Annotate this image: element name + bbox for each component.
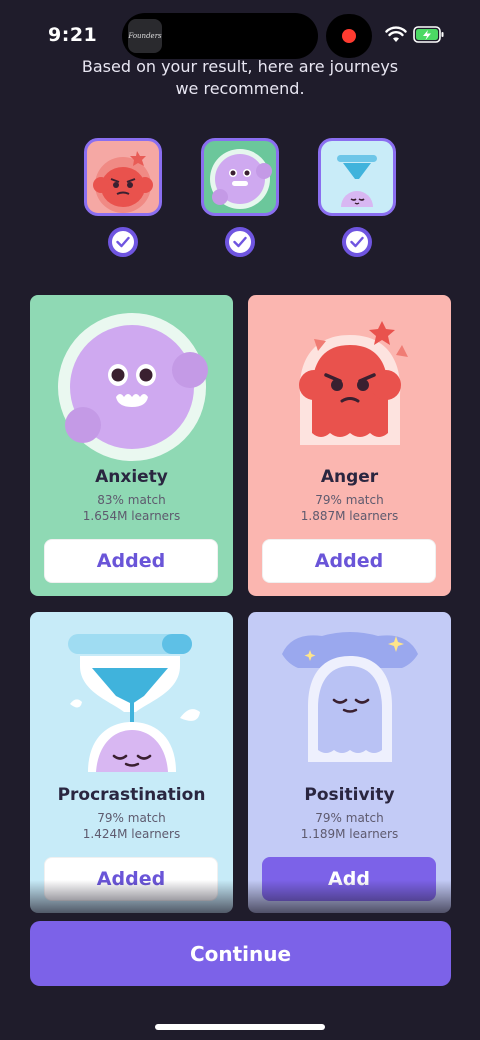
record-dot-icon xyxy=(342,29,356,43)
journey-card-anxiety[interactable]: Anxiety 83% match 1.654M learners Added xyxy=(30,295,233,596)
recommended-anger-check[interactable] xyxy=(108,227,138,257)
card-title: Positivity xyxy=(304,785,395,805)
card-learners: 1.654M learners xyxy=(82,509,181,523)
card-learners: 1.887M learners xyxy=(300,509,399,523)
wifi-icon xyxy=(385,26,407,42)
recommended-anxiety-thumbnail[interactable] xyxy=(201,138,279,216)
battery-charging-icon xyxy=(413,26,444,43)
recommended-procrastination-check[interactable] xyxy=(342,227,372,257)
checkmark-icon xyxy=(350,236,364,248)
recommendation-subtitle: Based on your result, here are journeys … xyxy=(60,56,420,100)
journey-card-positivity[interactable]: Positivity 79% match 1.189M learners Add xyxy=(248,612,451,913)
now-playing-thumbnail: Founders xyxy=(128,19,162,53)
recommended-procrastination-thumbnail[interactable] xyxy=(318,138,396,216)
checkmark-icon xyxy=(116,236,130,248)
card-learners: 1.424M learners xyxy=(82,827,181,841)
card-title: Anger xyxy=(320,467,379,487)
procrastination-hourglass-icon xyxy=(68,634,200,772)
scroll-fade-overlay xyxy=(0,880,480,920)
card-title: Anxiety xyxy=(95,467,168,487)
status-time: 9:21 xyxy=(48,24,98,46)
anger-character-icon xyxy=(299,321,408,445)
recommended-anger-thumbnail[interactable] xyxy=(84,138,162,216)
journey-card-procrastination[interactable]: Procrastination 79% match 1.424M learner… xyxy=(30,612,233,913)
procrastination-hourglass-icon xyxy=(337,155,377,207)
positivity-ghost-icon xyxy=(282,632,418,762)
added-button[interactable]: Added xyxy=(262,539,436,583)
card-match: 79% match xyxy=(97,811,166,825)
subtitle-line-1: Based on your result, here are journeys xyxy=(81,57,399,76)
screen-recording-indicator[interactable] xyxy=(326,14,372,58)
added-button[interactable]: Added xyxy=(44,539,218,583)
card-learners: 1.189M learners xyxy=(300,827,399,841)
journey-card-anger[interactable]: Anger 79% match 1.887M learners Added xyxy=(248,295,451,596)
card-title: Procrastination xyxy=(57,785,206,805)
home-indicator[interactable] xyxy=(155,1024,325,1030)
subtitle-line-2: we recommend. xyxy=(175,79,305,98)
continue-button[interactable]: Continue xyxy=(30,921,451,986)
card-match: 79% match xyxy=(315,811,384,825)
anxiety-character-icon xyxy=(210,149,272,209)
card-match: 79% match xyxy=(315,493,384,507)
anger-character-icon xyxy=(93,151,153,213)
dynamic-island: Founders xyxy=(122,13,318,59)
checkmark-icon xyxy=(233,236,247,248)
card-match: 83% match xyxy=(97,493,166,507)
recommended-anxiety-check[interactable] xyxy=(225,227,255,257)
anxiety-character-icon xyxy=(58,313,208,461)
